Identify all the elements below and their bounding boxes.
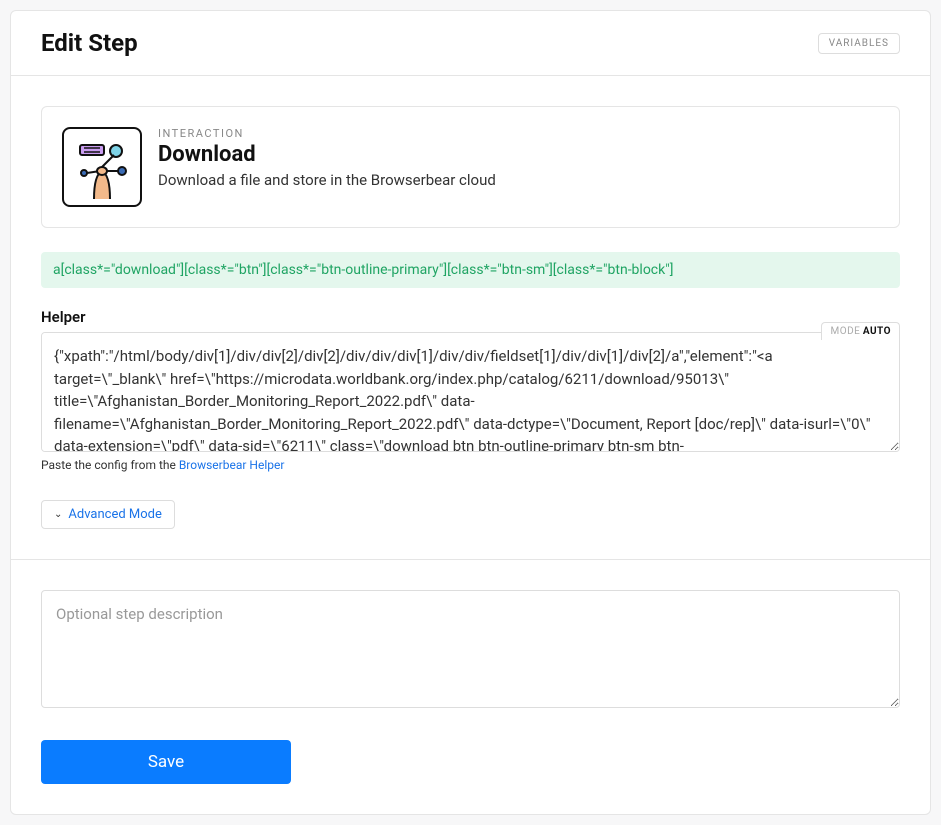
advanced-mode-button[interactable]: ⌄ Advanced Mode: [41, 500, 175, 529]
interaction-description: Download a file and store in the Browser…: [158, 171, 879, 189]
helper-textarea[interactable]: [41, 332, 900, 452]
save-button[interactable]: Save: [41, 740, 291, 784]
interaction-meta: INTERACTION Download Download a file and…: [158, 127, 879, 189]
variables-button[interactable]: VARIABLES: [818, 33, 900, 54]
interaction-category-label: INTERACTION: [158, 127, 879, 140]
step-description-textarea[interactable]: [41, 590, 900, 708]
interaction-title: Download: [158, 142, 879, 167]
helper-hint-text: Paste the config from the: [41, 458, 179, 472]
helper-section: Helper MODE AUTO Paste the config from t…: [41, 308, 900, 472]
browserbear-helper-link[interactable]: Browserbear Helper: [179, 458, 285, 472]
helper-label: Helper: [41, 308, 900, 326]
panel-body: INTERACTION Download Download a file and…: [11, 76, 930, 814]
mode-label: MODE: [830, 326, 860, 337]
mode-value: AUTO: [863, 326, 891, 337]
selector-display: a[class*="download"][class*="btn"][class…: [41, 252, 900, 288]
section-divider: [11, 559, 930, 560]
download-interaction-icon: [62, 127, 142, 207]
chevron-down-icon: ⌄: [54, 509, 62, 520]
advanced-mode-label: Advanced Mode: [68, 507, 162, 522]
panel-header: Edit Step VARIABLES: [11, 11, 930, 76]
page-title: Edit Step: [41, 29, 138, 57]
helper-hint: Paste the config from the Browserbear He…: [41, 458, 900, 472]
interaction-card: INTERACTION Download Download a file and…: [41, 106, 900, 228]
edit-step-panel: Edit Step VARIABLES: [10, 10, 931, 815]
mode-badge[interactable]: MODE AUTO: [821, 322, 900, 340]
